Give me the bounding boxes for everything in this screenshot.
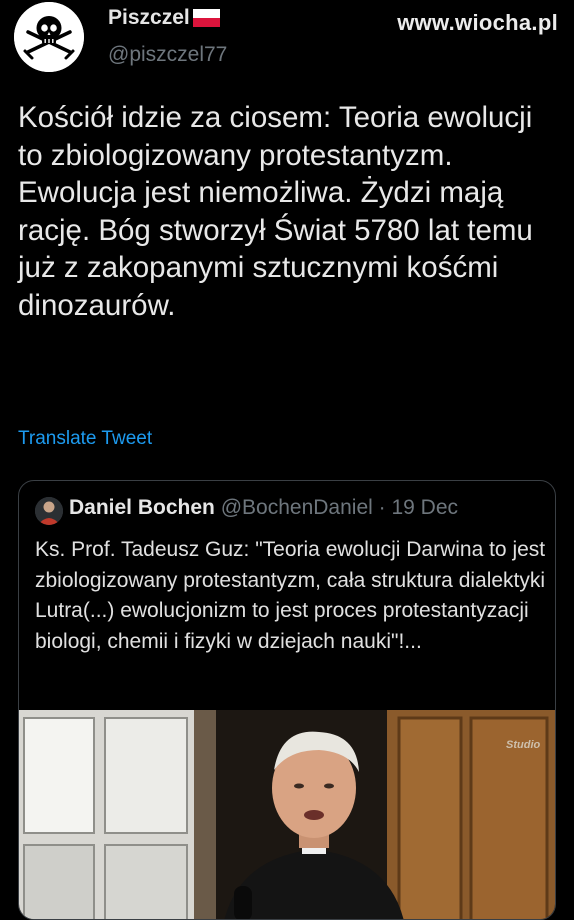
translate-tweet-link[interactable]: Translate Tweet [18, 428, 152, 450]
quoted-tweet[interactable]: Daniel Bochen @BochenDaniel · 19 Dec Ks.… [18, 480, 556, 920]
quoted-tweet-media[interactable]: Studio [19, 710, 555, 919]
person-avatar-icon [35, 497, 63, 525]
quoted-author-handle[interactable]: @BochenDaniel [221, 496, 373, 519]
video-still-image [19, 710, 555, 919]
author-name[interactable]: Piszczel [108, 6, 190, 30]
jolly-roger-icon [14, 2, 84, 72]
author-handle[interactable]: @piszczel77 [108, 43, 227, 67]
quoted-tweet-header: Daniel Bochen @BochenDaniel · 19 Dec [69, 496, 458, 520]
header-separator: · [378, 496, 386, 519]
tweet-text: Kościół idzie za ciosem: Teoria ewolucji… [18, 101, 533, 322]
quoted-tweet-date[interactable]: 19 Dec [391, 496, 458, 519]
quoted-tweet-text: Ks. Prof. Tadeusz Guz: "Teoria ewolucji … [35, 538, 546, 653]
site-watermark: www.wiocha.pl [397, 10, 558, 35]
studio-logo: Studio [506, 739, 541, 751]
poland-flag-icon [192, 9, 220, 27]
quoted-author-name[interactable]: Daniel Bochen [69, 496, 215, 519]
quoted-author-avatar[interactable] [35, 497, 63, 525]
author-name-row[interactable]: Piszczel [108, 6, 220, 30]
author-avatar[interactable] [14, 2, 84, 72]
